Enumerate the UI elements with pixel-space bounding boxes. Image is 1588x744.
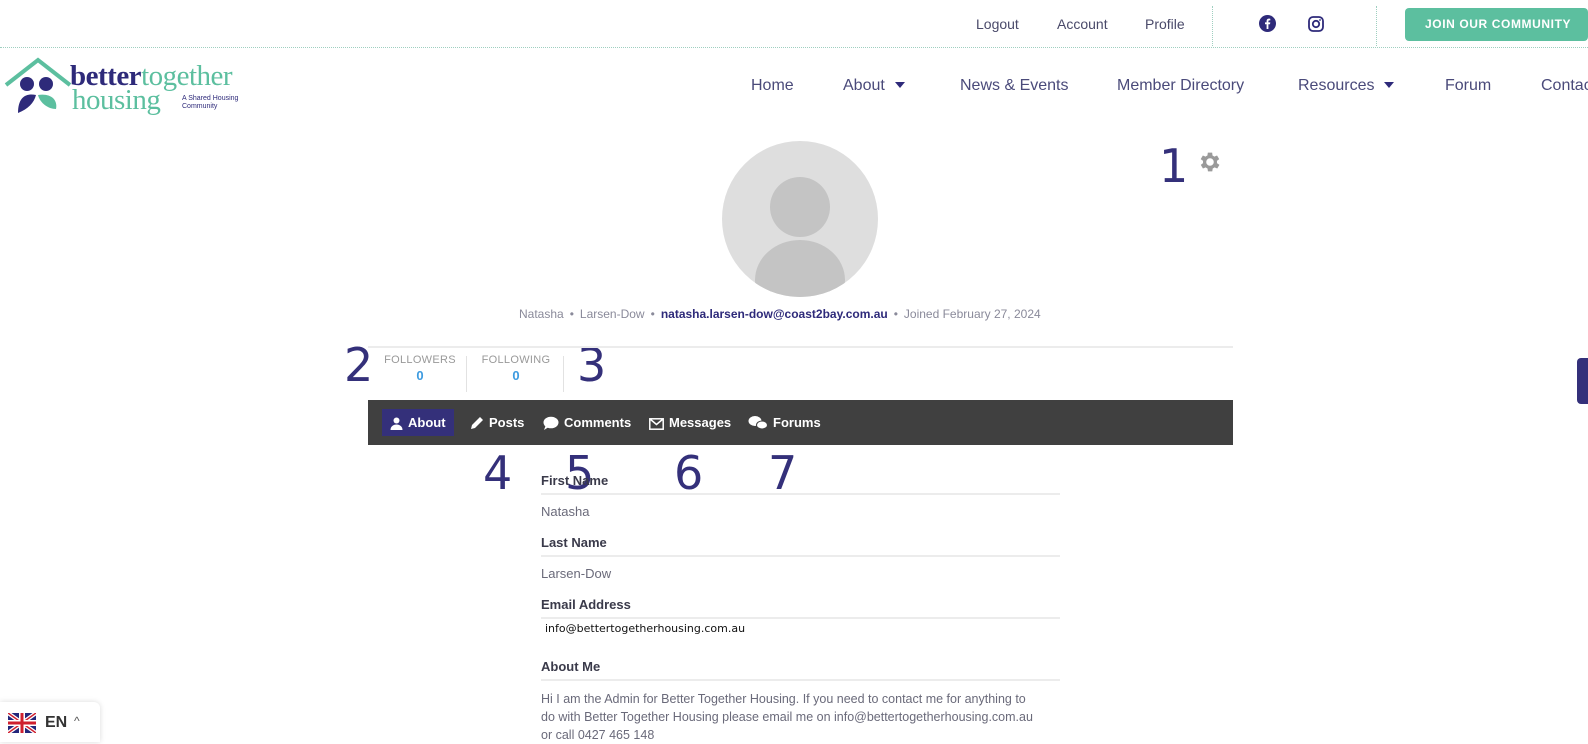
divider <box>563 356 564 392</box>
email-address-value: info@bettertogetherhousing.com.au <box>545 622 746 635</box>
instagram-icon[interactable] <box>1308 16 1324 37</box>
separator: • <box>569 307 574 321</box>
separator: • <box>893 307 898 321</box>
facebook-icon[interactable] <box>1259 15 1276 37</box>
tab-messages[interactable]: Messages <box>641 409 739 436</box>
following-count: 0 <box>512 368 520 383</box>
annotation-number: 4 <box>483 446 513 500</box>
tab-forums[interactable]: Forums <box>740 409 829 436</box>
chevron-up-icon: ^ <box>74 714 80 728</box>
gear-icon[interactable] <box>1197 149 1223 180</box>
divider <box>541 555 1060 557</box>
language-selector[interactable]: EN ^ <box>0 702 100 742</box>
about-me-value: Hi I am the Admin for Better Together Ho… <box>541 692 1033 742</box>
annotation-number: 7 <box>768 446 798 500</box>
nav-resources-label: Resources <box>1298 77 1375 94</box>
avatar[interactable] <box>722 141 878 297</box>
annotation-number: 3 <box>577 338 607 392</box>
separator: • <box>650 307 655 321</box>
side-panel-tab[interactable] <box>1577 358 1588 404</box>
chevron-down-icon <box>1384 82 1395 88</box>
nav-about[interactable]: About <box>843 77 905 95</box>
logo-mark-icon <box>4 57 72 113</box>
uk-flag-icon <box>8 713 36 733</box>
envelope-icon <box>649 418 664 430</box>
tab-forums-label: Forums <box>773 415 821 430</box>
following-stat[interactable]: FOLLOWING 0 <box>480 354 552 383</box>
nav-forum[interactable]: Forum <box>1445 77 1491 95</box>
annotation-number: 1 <box>1159 139 1189 193</box>
followers-count: 0 <box>416 368 424 383</box>
tab-comments[interactable]: Comments <box>535 409 639 436</box>
account-link[interactable]: Account <box>1057 16 1108 32</box>
last-name-value: Larsen-Dow <box>541 566 612 581</box>
profile-link[interactable]: Profile <box>1145 16 1185 32</box>
annotation-number: 2 <box>344 338 374 392</box>
nav-about-label: About <box>843 77 885 94</box>
divider <box>368 346 1233 348</box>
divider <box>541 679 1060 681</box>
about-me-label: About Me <box>541 659 601 674</box>
divider <box>541 617 1060 619</box>
profile-first-name: Natasha <box>519 307 564 321</box>
pencil-icon <box>471 417 483 429</box>
following-label: FOLLOWING <box>481 354 551 366</box>
profile-email[interactable]: natasha.larsen-dow@coast2bay.com.au <box>661 307 888 321</box>
divider <box>1376 6 1377 46</box>
forum-bubbles-icon <box>748 416 768 430</box>
annotation-number: 6 <box>674 446 704 500</box>
tab-messages-label: Messages <box>669 415 732 430</box>
tab-comments-label: Comments <box>564 415 632 430</box>
profile-joined-date: Joined February 27, 2024 <box>903 307 1041 321</box>
tab-about[interactable]: About <box>382 409 454 436</box>
nav-news-events[interactable]: News & Events <box>960 77 1068 95</box>
last-name-label: Last Name <box>541 535 607 550</box>
avatar-body <box>755 240 845 297</box>
nav-member-directory[interactable]: Member Directory <box>1117 77 1244 95</box>
logo-tagline: A Shared Housing Community <box>182 95 239 110</box>
tab-posts[interactable]: Posts <box>462 409 532 436</box>
divider <box>466 356 467 392</box>
email-address-label: Email Address <box>541 597 631 612</box>
join-community-button[interactable]: JOIN OUR COMMUNITY <box>1405 8 1588 41</box>
divider <box>541 493 1060 495</box>
nav-contact[interactable]: Contac <box>1541 77 1588 95</box>
speech-bubble-icon <box>543 416 559 430</box>
tab-posts-label: Posts <box>489 415 525 430</box>
first-name-value: Natasha <box>541 504 590 519</box>
user-icon <box>390 417 403 430</box>
followers-stat[interactable]: FOLLOWERS 0 <box>384 354 456 383</box>
profile-meta: Natasha • Larsen-Dow • natasha.larsen-dow@co… <box>519 307 1041 321</box>
logout-link[interactable]: Logout <box>976 16 1019 32</box>
first-name-label: First Name <box>541 473 609 488</box>
logo-text-housing: housing <box>72 84 161 116</box>
nav-resources[interactable]: Resources <box>1298 77 1395 95</box>
followers-label: FOLLOWERS <box>384 354 456 366</box>
tab-about-label: About <box>408 415 446 430</box>
profile-last-name: Larsen-Dow <box>579 307 645 321</box>
profile-tab-bar: About Posts Comments Messages Forums <box>368 400 1233 445</box>
divider <box>1212 6 1213 46</box>
language-code: EN <box>45 714 68 731</box>
avatar-head <box>770 177 830 237</box>
chevron-down-icon <box>894 82 905 88</box>
top-utility-bar: Logout Account Profile JOIN OUR COMMUNIT… <box>0 0 1588 48</box>
nav-home[interactable]: Home <box>751 77 794 95</box>
